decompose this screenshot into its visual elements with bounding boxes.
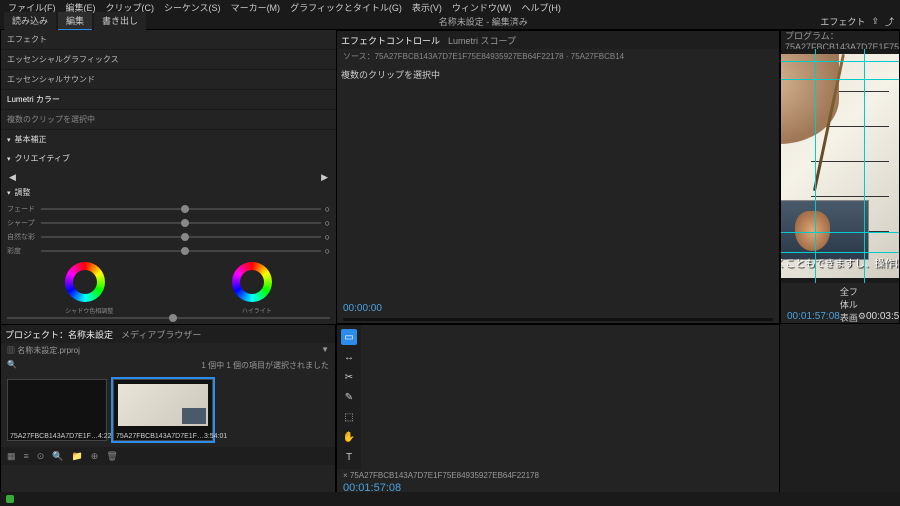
empty-selection-msg: 複数のクリップを選択中 (341, 70, 440, 80)
settings-icon[interactable]: ⚙ (858, 311, 866, 322)
fit-dropdown[interactable]: 全体表示 ▾ (840, 285, 849, 324)
slider-label: 自然な彩 (7, 232, 37, 242)
picture-in-picture (781, 200, 869, 260)
share-icon[interactable]: ⤴ (885, 15, 894, 28)
menu-item[interactable]: シーケンス(S) (160, 1, 225, 14)
search-icon[interactable]: 🔍 (7, 360, 17, 371)
project-item[interactable]: 75A27FBCB143A7D7E1F…4:22:19 (7, 379, 107, 441)
source-scrubber[interactable] (343, 318, 773, 321)
menu-item[interactable]: 表示(V) (408, 1, 446, 14)
project-footer-button[interactable]: ⊙ (37, 451, 45, 462)
slider-track[interactable] (41, 250, 321, 252)
tab-project[interactable]: プロジェクト：名称未設定 (5, 328, 113, 341)
workspace-tab[interactable]: 書き出し (94, 12, 146, 31)
document-title: 名称未設定 - 編集済み (146, 15, 820, 28)
slider-label: 彩度 (7, 246, 37, 256)
program-transport: 00:01:57:08 全体表示 ▾ フル画質 ▾ ⚙ 00:03:54:01 … (781, 283, 899, 323)
workspace-bar: 読み込み編集書き出し 名称未設定 - 編集済み エフェクト ⇪ ⤴ (0, 14, 900, 30)
section-creative[interactable]: クリエイティブ (1, 149, 336, 168)
project-panel: プロジェクト：名称未設定 メディアブラウザー ▥ 名称未設定.prproj ▼ … (0, 324, 336, 506)
source-clip-label: ソース：75A27FBCB143A7D7E1F75E84935927EB64F2… (337, 49, 779, 64)
program-tc-total: 00:03:54:01 (866, 311, 900, 322)
project-footer-button[interactable]: ▦ (7, 451, 16, 462)
panel-tab[interactable]: Lumetri カラー (1, 90, 336, 110)
shadow-tint-wheel[interactable] (65, 262, 105, 302)
slider-track[interactable] (41, 222, 321, 224)
slider-label: フェード (7, 204, 37, 214)
tab-lumetri-scopes[interactable]: Lumetri スコープ (448, 34, 516, 47)
status-bar (0, 492, 900, 506)
timeline-tool[interactable]: T (341, 449, 357, 465)
timeline-sequence-tab[interactable]: × 75A27FBCB143A7D7E1F75E84935927EB64F221… (337, 469, 779, 482)
timeline-tool[interactable]: ✎ (341, 389, 357, 405)
project-filename: ▥ 名称未設定.prproj (7, 345, 80, 356)
workspace-tab[interactable]: 読み込み (4, 12, 56, 31)
slider-label: シャープ (7, 218, 37, 228)
project-bin[interactable]: 75A27FBCB143A7D7E1F…4:22:1975A27FBCB143A… (1, 373, 335, 447)
slider-reset-icon[interactable]: ○ (325, 232, 330, 242)
timeline-tool[interactable]: ✂ (341, 369, 357, 385)
video-caption: 筆で書くこともできますし、操作はまだ… (781, 255, 899, 270)
project-footer-button[interactable]: 📁 (72, 451, 83, 462)
tint-balance-slider[interactable] (7, 317, 330, 319)
highlight-tint-wheel[interactable] (232, 262, 272, 302)
status-indicator-icon (6, 495, 14, 503)
timeline-tool[interactable]: ↔ (341, 349, 357, 365)
wheel-label-shadow: シャドウ色相調整 (65, 306, 113, 315)
slider-reset-icon[interactable]: ○ (325, 204, 330, 214)
slider-track[interactable] (41, 236, 321, 238)
program-tc-current[interactable]: 00:01:57:08 (787, 311, 840, 322)
tab-effect-controls[interactable]: エフェクトコントロール (341, 34, 440, 47)
workspace-tab[interactable]: 編集 (58, 12, 92, 31)
menu-item[interactable]: マーカー(M) (227, 1, 285, 14)
effect-controls-panel: エフェクトコントロール Lumetri スコープ ソース：75A27FBCB14… (336, 30, 780, 324)
lumetri-panel: エフェクトエッセンシャルグラフィックスエッセンシャルサウンドLumetri カラ… (0, 30, 336, 324)
project-item[interactable]: 75A27FBCB143A7D7E1F…3:54:01 (113, 379, 213, 441)
slider-track[interactable] (41, 208, 321, 210)
menu-item[interactable]: グラフィックとタイトル(G) (286, 1, 406, 14)
prev-look-icon[interactable]: ◀ (9, 172, 16, 183)
effects-link[interactable]: エフェクト (820, 15, 865, 28)
project-footer: ▦ ≡ ⊙ 🔍 📁 ⊕ 🗑 (1, 447, 335, 465)
filter-icon[interactable]: ▼ (321, 345, 329, 356)
export-icon[interactable]: ⇪ (871, 16, 879, 27)
project-footer-button[interactable]: 🗑 (106, 451, 117, 462)
slider-reset-icon[interactable]: ○ (325, 218, 330, 228)
section-adjust[interactable]: 調整 (1, 183, 336, 202)
project-footer-button[interactable]: 🔍 (52, 451, 63, 462)
panel-tab[interactable]: エッセンシャルグラフィックス (1, 50, 336, 70)
project-footer-button[interactable]: ⊕ (91, 451, 99, 462)
workspace-tabs: 読み込み編集書き出し (4, 12, 146, 31)
panel-tab[interactable]: エフェクト (1, 30, 336, 50)
panel-tab[interactable]: エッセンシャルサウンド (1, 70, 336, 90)
video-frame: 筆で書くこともできますし、操作はまだ… (781, 54, 899, 278)
lumetri-clip-msg: 複数のクリップを選択中 (1, 110, 336, 130)
timeline-tool[interactable]: ▭ (341, 329, 357, 345)
menu-item[interactable]: ヘルプ(H) (517, 1, 565, 14)
source-timecode: 00:00:00 (343, 303, 382, 314)
program-viewer[interactable]: 筆で書くこともできますし、操作はまだ… (781, 49, 899, 283)
slider-reset-icon[interactable]: ○ (325, 246, 330, 256)
timeline-tool[interactable]: ✋ (341, 429, 357, 445)
timeline-tools: ▭ ↔ ✂ ✎ ⬚ ✋ T (337, 325, 361, 469)
section-basic-correction[interactable]: 基本補正 (1, 130, 336, 149)
timeline-panel: ▭ ↔ ✂ ✎ ⬚ ✋ T × 75A27FBCB143A7D7E1F75E84935927… (336, 324, 780, 506)
program-monitor-panel: プログラム：75A27FBCB143A7D7E1F75E84935927EB64… (780, 30, 900, 324)
menu-item[interactable]: ウィンドウ(W) (448, 1, 516, 14)
timeline-tool[interactable]: ⬚ (341, 409, 357, 425)
selection-info: 1 個中 1 個の項目が選択されました (201, 360, 329, 371)
project-footer-button[interactable]: ≡ (24, 451, 29, 461)
quality-dropdown[interactable]: フル画質 ▾ (849, 285, 858, 324)
wheel-label-highlight: ハイライト (242, 306, 272, 315)
next-look-icon[interactable]: ▶ (321, 172, 328, 183)
tab-media-browser[interactable]: メディアブラウザー (121, 328, 201, 341)
effect-controls-body: 複数のクリップを選択中 (337, 64, 779, 301)
